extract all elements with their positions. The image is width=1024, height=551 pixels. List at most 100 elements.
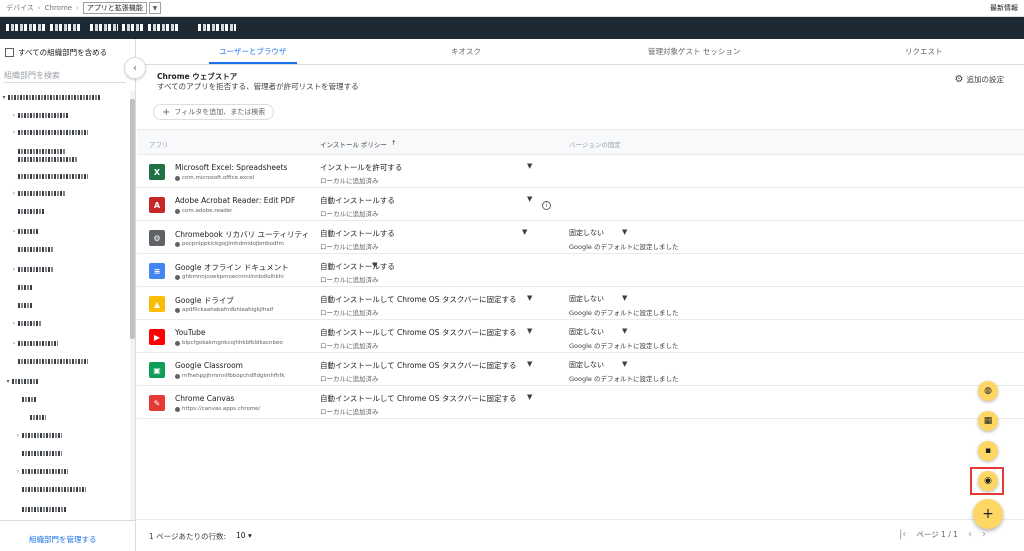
chevron-down-icon[interactable]: ▾ — [0, 94, 8, 101]
tree-item[interactable]: ▾ — [4, 377, 38, 385]
app-name[interactable]: YouTube — [175, 328, 206, 337]
table-row[interactable]: A Adobe Acrobat Reader: Edit PDF com.adobe… — [137, 188, 1024, 221]
latest-info-link[interactable]: 最新情報 — [990, 3, 1018, 13]
sort-arrow-up-icon[interactable]: ↑ — [391, 139, 396, 147]
chevron-right-icon[interactable]: › — [10, 340, 18, 347]
tree-item[interactable] — [14, 449, 62, 457]
chevron-down-icon[interactable]: ▼ — [527, 195, 532, 203]
version-pin-value[interactable]: 固定しない — [569, 228, 604, 238]
table-row[interactable]: ▣ Google Classroom mfhehppjhmmnlfbbopchdfl… — [137, 353, 1024, 386]
chevron-down-icon[interactable]: ▾ — [4, 378, 12, 385]
chevron-right-icon[interactable]: › — [10, 320, 18, 327]
extra-settings-button[interactable]: ⚙ 追加の設定 — [955, 74, 1004, 85]
breadcrumb-devices[interactable]: デバイス — [6, 3, 34, 13]
install-policy-value[interactable]: 自動インストールして Chrome OS タスクバーに固定する — [320, 360, 516, 371]
collapse-sidebar-button[interactable]: ‹ — [124, 57, 146, 79]
tree-item[interactable] — [10, 357, 88, 365]
install-policy-value[interactable]: 自動インストールする — [320, 195, 395, 206]
chevron-right-icon[interactable]: › — [14, 432, 22, 439]
install-policy-value[interactable]: インストールを許可する — [320, 162, 402, 173]
tree-item[interactable] — [10, 245, 54, 253]
next-page-icon[interactable]: › — [982, 529, 986, 540]
tree-item[interactable] — [10, 155, 78, 163]
filter-input[interactable]: + フィルタを追加、または検索 — [153, 104, 275, 120]
app-name[interactable]: Adobe Acrobat Reader: Edit PDF — [175, 196, 295, 205]
chevron-right-icon[interactable]: › — [10, 112, 18, 119]
app-name[interactable]: Chrome Canvas — [175, 394, 234, 403]
app-name[interactable]: Chromebook リカバリ ユーティリティ — [175, 229, 309, 240]
app-name[interactable]: Google Classroom — [175, 361, 243, 370]
tree-item[interactable]: › — [10, 339, 58, 347]
chevron-down-icon[interactable]: ▼ — [622, 228, 627, 236]
app-name[interactable]: Google オフライン ドキュメント — [175, 262, 289, 273]
chevron-right-icon[interactable]: › — [10, 266, 18, 273]
tree-item[interactable]: › — [10, 319, 42, 327]
app-name[interactable]: Microsoft Excel: Spreadsheets — [175, 163, 287, 172]
version-pin-value[interactable]: 固定しない — [569, 360, 604, 370]
chevron-right-icon[interactable]: › — [10, 190, 18, 197]
chevron-down-icon[interactable]: ▼ — [527, 294, 532, 302]
tree-item[interactable]: › — [10, 227, 38, 235]
tree-item[interactable] — [10, 301, 32, 309]
install-policy-value[interactable]: 自動インストールする — [320, 228, 395, 239]
org-search-input[interactable] — [4, 69, 126, 83]
info-icon[interactable]: i — [542, 201, 551, 210]
table-row[interactable]: ✎ Chrome Canvas https://canvas.apps.chrome… — [137, 386, 1024, 419]
globe-fab[interactable]: ◍ — [978, 381, 998, 401]
breadcrumb-current[interactable]: アプリと拡張機能 — [82, 2, 147, 14]
tree-item[interactable] — [10, 172, 88, 180]
sidebar-scroll-thumb[interactable] — [130, 99, 135, 339]
table-row[interactable]: ▶ YouTube blpcfgokakmgnkcojhhkbfbldkacnbeo… — [137, 320, 1024, 353]
version-pin-value[interactable]: 固定しない — [569, 294, 604, 304]
install-policy-value[interactable]: 自動インストールして Chrome OS タスクバーに固定する — [320, 327, 516, 338]
tree-item[interactable]: › — [10, 111, 68, 119]
tree-item[interactable] — [14, 505, 66, 513]
android-apps-fab[interactable]: ▪ — [978, 441, 998, 461]
chevron-down-icon[interactable]: ▼ — [527, 327, 532, 335]
chevron-down-icon[interactable]: ▼ — [522, 228, 527, 236]
include-all-org-units[interactable]: すべての組織部門を含める — [5, 47, 107, 58]
chevron-down-icon[interactable]: ▼ — [622, 327, 627, 335]
install-policy-value[interactable]: 自動インストールして Chrome OS タスクバーに固定する — [320, 393, 516, 404]
tab-requests[interactable]: リクエスト — [905, 46, 943, 57]
chevron-down-icon[interactable]: ▼ — [622, 360, 627, 368]
app-name[interactable]: Google ドライブ — [175, 295, 234, 306]
column-install-policy[interactable]: インストール ポリシー — [320, 139, 387, 149]
prev-page-icon[interactable]: ‹ — [968, 529, 972, 540]
chevron-down-icon[interactable]: ▼ — [372, 261, 377, 269]
tree-item[interactable]: › — [10, 265, 54, 273]
manage-org-units-link[interactable]: 組織部門を管理する — [29, 534, 97, 545]
tab-kiosk[interactable]: キオスク — [451, 46, 481, 57]
first-page-icon[interactable]: |‹ — [899, 529, 906, 540]
include-all-checkbox[interactable] — [5, 48, 14, 57]
chevron-right-icon[interactable]: › — [10, 228, 18, 235]
chevron-down-icon[interactable]: ▼ — [527, 162, 532, 170]
tree-item[interactable] — [14, 395, 36, 403]
tree-item[interactable] — [10, 283, 32, 291]
chevron-down-icon[interactable]: ▼ — [527, 393, 532, 401]
tab-users-browsers[interactable]: ユーザーとブラウザ — [219, 46, 286, 57]
chevron-down-icon[interactable]: ▼ — [527, 360, 532, 368]
tree-item[interactable]: › — [14, 467, 68, 475]
apps-fab[interactable]: ▦ — [978, 411, 998, 431]
version-pin-value[interactable]: 固定しない — [569, 327, 604, 337]
table-row[interactable]: ≡ Google オフライン ドキュメント ghbmnnjooekpmoecnnni… — [137, 254, 1024, 287]
install-policy-value[interactable]: 自動インストールする — [320, 261, 395, 272]
chevron-right-icon[interactable]: › — [10, 129, 18, 136]
chevron-down-icon[interactable]: ▼ — [622, 294, 627, 302]
tree-item[interactable]: › — [10, 128, 88, 136]
tree-item[interactable]: ▾ — [0, 93, 100, 101]
table-row[interactable]: X Microsoft Excel: Spreadsheets com.micros… — [137, 155, 1024, 188]
tree-item[interactable]: › — [10, 189, 66, 197]
add-app-button[interactable]: + — [973, 499, 1003, 529]
table-row[interactable]: ⚙ Chromebook リカバリ ユーティリティ pocpnlppkickgojj… — [137, 221, 1024, 254]
table-row[interactable]: ▲ Google ドライブ apdfllckaahabafndbhieahigkjl… — [137, 287, 1024, 320]
tree-item[interactable] — [10, 147, 66, 155]
breadcrumb-chrome[interactable]: Chrome — [45, 4, 72, 12]
install-policy-value[interactable]: 自動インストールして Chrome OS タスクバーに固定する — [320, 294, 516, 305]
tree-item[interactable] — [10, 207, 44, 215]
tree-item[interactable]: › — [14, 431, 62, 439]
tree-item[interactable] — [14, 485, 86, 493]
tab-managed-guest[interactable]: 管理対象ゲスト セッション — [648, 46, 740, 57]
rows-per-page-select[interactable]: 10 ▾ — [236, 531, 252, 540]
